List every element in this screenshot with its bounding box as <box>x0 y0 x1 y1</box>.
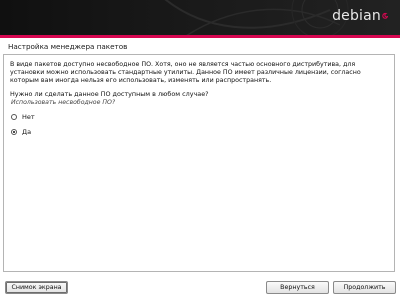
header-banner: debian <box>0 0 400 35</box>
description-line: которым вам иногда нельзя его использова… <box>10 77 272 84</box>
logo-text: debian <box>332 8 381 24</box>
option-yes[interactable]: Да <box>11 128 31 136</box>
accent-line <box>0 35 400 38</box>
radio-no[interactable] <box>11 114 17 120</box>
back-button[interactable]: Вернуться <box>266 281 329 294</box>
radio-yes-selected[interactable] <box>11 129 17 135</box>
prompt-text: Использовать несвободное ПО? <box>11 99 116 106</box>
description-line: установки можно использовать стандартные… <box>10 69 361 76</box>
continue-button[interactable]: Продолжить <box>333 281 396 294</box>
description-text: В виде пакетов доступно несвободное ПО. … <box>10 61 392 85</box>
option-no[interactable]: Нет <box>11 113 35 121</box>
option-yes-label: Да <box>22 128 32 136</box>
description-line: В виде пакетов доступно несвободное ПО. … <box>10 61 356 68</box>
content-panel: В виде пакетов доступно несвободное ПО. … <box>3 54 395 272</box>
debian-logo: debian <box>332 8 390 24</box>
page-title: Настройка менеджера пакетов <box>8 42 128 51</box>
screenshot-button[interactable]: Снимок экрана <box>5 281 68 294</box>
option-no-label: Нет <box>22 113 35 121</box>
question-text: Нужно ли сделать данное ПО доступным в л… <box>10 90 209 98</box>
debian-swirl-icon <box>382 12 389 19</box>
